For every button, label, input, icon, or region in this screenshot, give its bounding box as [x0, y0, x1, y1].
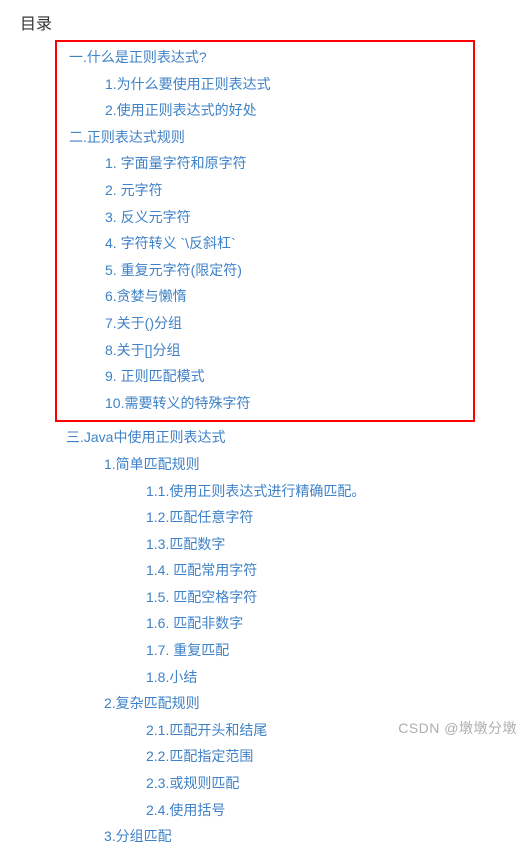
toc-link[interactable]: 6.贪婪与懒惰	[105, 288, 187, 304]
toc-link[interactable]: 2.使用正则表达式的好处	[105, 102, 257, 118]
toc-link[interactable]: 2.4.使用括号	[146, 802, 225, 818]
toc-title: 目录	[0, 0, 525, 34]
toc-link[interactable]: 2.2.匹配指定范围	[146, 748, 253, 764]
toc-link[interactable]: 9. 正则匹配模式	[105, 368, 205, 384]
toc-link[interactable]: 1.4. 匹配常用字符	[146, 562, 257, 578]
toc-link[interactable]: 8.关于[]分组	[105, 342, 180, 358]
toc-container: 一.什么是正则表达式? 1.为什么要使用正则表达式 2.使用正则表达式的好处 二…	[0, 34, 525, 850]
toc-link[interactable]: 1.7. 重复匹配	[146, 642, 229, 658]
toc-link[interactable]: 3.分组匹配	[104, 828, 172, 844]
toc-link[interactable]: 2.1.匹配开头和结尾	[146, 722, 267, 738]
toc-link[interactable]: 1.2.匹配任意字符	[146, 509, 253, 525]
toc-link[interactable]: 3. 反义元字符	[105, 209, 191, 225]
toc-link[interactable]: 1.1.使用正则表达式进行精确匹配。	[146, 483, 365, 499]
toc-link[interactable]: 1.简单匹配规则	[104, 456, 200, 472]
toc-link[interactable]: 2.复杂匹配规则	[104, 695, 200, 711]
toc-link[interactable]: 1.为什么要使用正则表达式	[105, 76, 271, 92]
toc-link[interactable]: 1.8.小结	[146, 669, 197, 685]
toc-link[interactable]: 2. 元字符	[105, 182, 163, 198]
toc-link[interactable]: 1.3.匹配数字	[146, 536, 225, 552]
toc-link-section-1[interactable]: 一.什么是正则表达式?	[69, 49, 207, 65]
toc-link-section-3[interactable]: 三.Java中使用正则表达式	[66, 429, 225, 445]
toc-link[interactable]: 7.关于()分组	[105, 315, 182, 331]
toc-link[interactable]: 1.5. 匹配空格字符	[146, 589, 257, 605]
toc-link[interactable]: 1. 字面量字符和原字符	[105, 155, 247, 171]
toc-link-section-2[interactable]: 二.正则表达式规则	[69, 129, 185, 145]
highlighted-section: 一.什么是正则表达式? 1.为什么要使用正则表达式 2.使用正则表达式的好处 二…	[55, 40, 475, 422]
toc-link[interactable]: 5. 重复元字符(限定符)	[105, 262, 242, 278]
toc-link[interactable]: 4. 字符转义 `\反斜杠`	[105, 235, 236, 251]
toc-link[interactable]: 2.3.或规则匹配	[146, 775, 239, 791]
toc-link[interactable]: 10.需要转义的特殊字符	[105, 395, 250, 411]
toc-link[interactable]: 1.6. 匹配非数字	[146, 615, 243, 631]
